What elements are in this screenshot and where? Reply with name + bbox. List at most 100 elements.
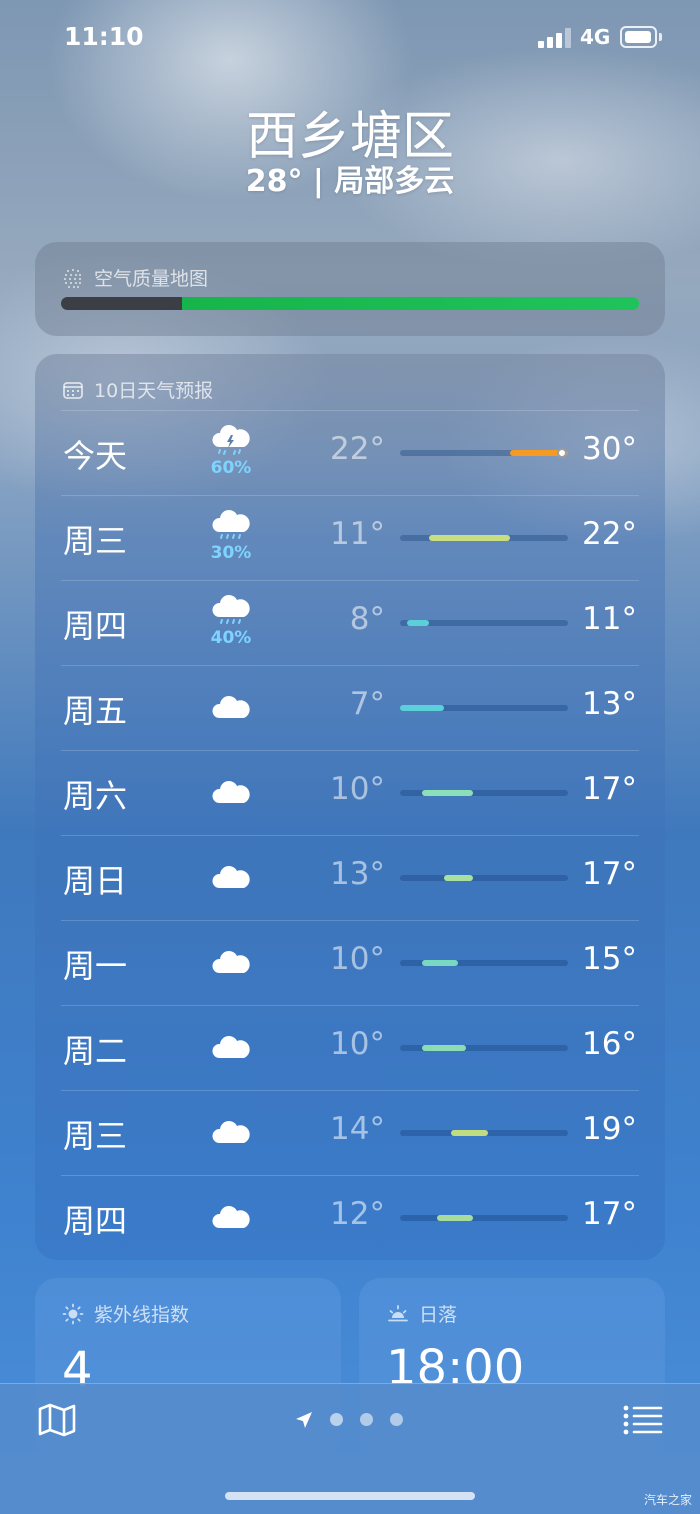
temp-range-bar	[443, 875, 474, 881]
forecast-row[interactable]: 周六 10° 17°	[61, 750, 639, 835]
air-quality-dots-icon	[63, 268, 82, 288]
forecast-day: 周五	[63, 692, 128, 730]
temp-range-bar	[429, 535, 510, 541]
sunset-icon	[388, 1304, 408, 1321]
status-time: 11:10	[64, 22, 144, 51]
location-arrow-icon[interactable]	[294, 1410, 314, 1430]
temp-range-bar	[407, 620, 430, 626]
temp-range-track	[400, 1130, 568, 1136]
forecast-day: 周四	[63, 1202, 128, 1240]
thunderstorm-icon	[212, 425, 250, 455]
low-temp: 10°	[330, 941, 385, 977]
page-dot[interactable]	[360, 1413, 373, 1426]
temp-range-track	[400, 875, 568, 881]
temp-range-bar	[421, 790, 474, 796]
low-temp: 8°	[349, 601, 385, 637]
air-quality-bar-green	[182, 297, 639, 310]
low-temp: 12°	[330, 1196, 385, 1232]
high-temp: 22°	[582, 516, 637, 552]
current-conditions: 28° | 局部多云	[245, 164, 455, 199]
low-temp: 11°	[330, 516, 385, 552]
temp-range-bar	[451, 1130, 488, 1136]
precip-chance: 30%	[210, 543, 252, 563]
uv-index-title: 紫外线指数	[94, 1304, 190, 1326]
high-temp: 15°	[582, 941, 637, 977]
sun-icon	[62, 1303, 84, 1324]
page-dot[interactable]	[390, 1413, 403, 1426]
high-temp: 17°	[582, 856, 637, 892]
forecast-day: 周三	[63, 1117, 128, 1155]
high-temp: 16°	[582, 1026, 637, 1062]
rain-icon	[212, 510, 250, 539]
status-bar: 11:10 4G	[0, 0, 700, 76]
forecast-title: 10日天气预报	[94, 380, 214, 402]
low-temp: 22°	[330, 431, 385, 467]
cloud-icon	[212, 1206, 250, 1228]
cloud-icon	[212, 951, 250, 973]
temp-range-track	[400, 960, 568, 966]
high-temp: 13°	[582, 686, 637, 722]
temp-range-bar	[421, 960, 459, 966]
high-temp: 30°	[582, 431, 637, 467]
calendar-icon	[63, 381, 83, 399]
precip-chance: 60%	[210, 458, 252, 478]
forecast-row[interactable]: 周一 10° 15°	[61, 920, 639, 1005]
high-temp: 17°	[582, 771, 637, 807]
precip-chance: 40%	[210, 628, 252, 648]
forecast-row[interactable]: 周四 12° 17°	[61, 1175, 639, 1260]
forecast-day: 周四	[63, 607, 128, 645]
watermark: 汽车之家	[643, 1493, 692, 1507]
network-label: 4G	[580, 25, 611, 49]
forecast-day: 周三	[63, 522, 128, 560]
temp-range-track	[400, 1215, 568, 1221]
cloud-icon	[212, 781, 250, 803]
temp-range-track	[400, 705, 568, 711]
forecast-row[interactable]: 周三 14° 19°	[61, 1090, 639, 1175]
low-temp: 14°	[330, 1111, 385, 1147]
high-temp: 11°	[582, 601, 637, 637]
cloud-icon	[212, 1121, 250, 1143]
low-temp: 13°	[330, 856, 385, 892]
temp-range-bar	[400, 705, 444, 711]
forecast-row[interactable]: 周五 7° 13°	[61, 665, 639, 750]
temp-range-track	[400, 790, 568, 796]
forecast-row[interactable]: 周三 30% 11° 22°	[61, 495, 639, 580]
high-temp: 19°	[582, 1111, 637, 1147]
temp-range-track	[400, 620, 568, 626]
sunset-title: 日落	[419, 1304, 458, 1326]
sunset-header: 日落	[387, 1300, 457, 1327]
temp-range-bar	[436, 1215, 474, 1221]
low-temp: 7°	[349, 686, 385, 722]
forecast-row[interactable]: 周日 13° 17°	[61, 835, 639, 920]
air-quality-title: 空气质量地图	[94, 268, 209, 290]
temp-range-track	[400, 535, 568, 541]
temp-range-bar	[421, 1045, 466, 1051]
temp-range-track	[400, 448, 568, 458]
forecast-row[interactable]: 周二 10° 16°	[61, 1005, 639, 1090]
forecast-row[interactable]: 今天 60% 22° 30°	[61, 410, 639, 495]
cloud-icon	[212, 1036, 250, 1058]
uv-index-header: 紫外线指数	[62, 1300, 189, 1327]
forecast-row[interactable]: 周四 40% 8° 11°	[61, 580, 639, 665]
forecast-day: 周六	[63, 777, 128, 815]
forecast-day: 周二	[63, 1032, 128, 1070]
page-dot[interactable]	[330, 1413, 343, 1426]
cloud-icon	[212, 866, 250, 888]
forecast-header: 10日天气预报	[62, 376, 213, 403]
air-quality-header: 空气质量地图	[62, 264, 208, 291]
rain-icon	[212, 595, 250, 624]
cloud-icon	[212, 696, 250, 718]
low-temp: 10°	[330, 1026, 385, 1062]
map-icon[interactable]	[37, 1400, 77, 1440]
temp-range-track	[400, 1045, 568, 1051]
battery-icon	[620, 26, 662, 48]
air-quality-bar-dark	[61, 297, 183, 310]
cellular-signal-icon	[538, 28, 572, 48]
forecast-day: 周一	[63, 947, 128, 985]
list-icon[interactable]	[622, 1404, 664, 1436]
forecast-day: 周日	[63, 862, 128, 900]
air-quality-bar	[61, 297, 639, 310]
high-temp: 17°	[582, 1196, 637, 1232]
forecast-day: 今天	[63, 437, 128, 475]
home-indicator[interactable]	[225, 1492, 475, 1500]
